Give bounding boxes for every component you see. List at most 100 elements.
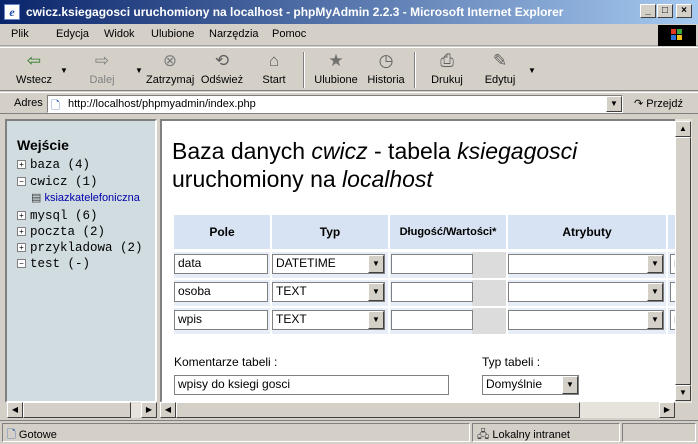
tree-item-baza[interactable]: + baza (4) [17, 158, 90, 172]
tree-item-cwicz[interactable]: − cwicz (1) [17, 175, 98, 189]
back-dropdown-icon[interactable]: ▼ [60, 66, 68, 75]
toolbar-separator [414, 52, 416, 88]
attributes-select[interactable]: ▼ [508, 282, 664, 302]
toolbar-separator [303, 52, 305, 88]
forward-dropdown-icon[interactable]: ▼ [135, 66, 143, 75]
chevron-down-icon[interactable]: ▼ [647, 311, 663, 329]
table-type-value: Domyślnie [486, 377, 543, 391]
column-header-length: Długość/Wartości* [390, 215, 506, 249]
expand-plus-icon[interactable]: + [17, 211, 26, 220]
expand-plus-icon[interactable]: + [17, 160, 26, 169]
forward-button[interactable]: ⇨ Dalej [80, 50, 124, 86]
vertical-scrollbar[interactable]: ▲ ▼ [675, 119, 692, 403]
length-input[interactable] [391, 310, 473, 330]
field-name-input[interactable]: wpis [174, 310, 268, 330]
menu-edit[interactable]: Edycja [56, 28, 89, 40]
field-name-input[interactable]: osoba [174, 282, 268, 302]
chevron-down-icon[interactable]: ▼ [647, 283, 663, 301]
scroll-right-arrow-icon[interactable]: ▶ [659, 402, 675, 418]
scroll-thumb[interactable] [675, 137, 691, 385]
menu-tools[interactable]: Narzędzia [209, 28, 259, 40]
left-horizontal-scrollbar[interactable]: ◀ ▶ [7, 402, 157, 418]
edit-button[interactable]: ✎ Edytuj [480, 50, 520, 86]
chevron-down-icon[interactable]: ▼ [647, 255, 663, 273]
forward-label: Dalej [89, 74, 115, 86]
column-header-attributes: Atrybuty [508, 215, 666, 249]
toolbar: ⇦ Wstecz ▼ ⇨ Dalej ▼ ⊗ Zatrzymaj ⟲ Odświ… [0, 47, 698, 91]
refresh-button[interactable]: ⟲ Odśwież [200, 50, 244, 86]
type-select[interactable]: DATETIME ▼ [272, 254, 385, 274]
go-arrow-icon: ↷ [634, 98, 644, 110]
sidebar-header[interactable]: Wejście [17, 137, 69, 153]
db-name: poczta [30, 225, 76, 239]
zone-label: Lokalny intranet [492, 429, 570, 441]
tree-item-poczta[interactable]: + poczta (2) [17, 225, 105, 239]
back-button[interactable]: ⇦ Wstecz [10, 50, 58, 86]
title-text: uruchomiony na [172, 166, 343, 192]
chevron-down-icon[interactable]: ▼ [368, 283, 384, 301]
chevron-down-icon[interactable]: ▼ [368, 311, 384, 329]
scroll-thumb[interactable] [23, 402, 131, 418]
chevron-down-icon[interactable]: ▼ [562, 376, 578, 394]
scroll-thumb[interactable] [176, 402, 580, 418]
favorites-icon: ★ [328, 51, 344, 70]
column-header-field: Pole [174, 215, 270, 249]
table-comment-input[interactable]: wpisy do ksiegi gosci [174, 375, 449, 395]
menu-help[interactable]: Pomoc [272, 28, 306, 40]
history-button[interactable]: ◷ Historia [366, 50, 406, 86]
address-input[interactable]: 🗋 http://localhost/phpmyadmin/index.php [47, 95, 623, 113]
favorites-button[interactable]: ★ Ulubione [313, 50, 359, 86]
menu-favorites[interactable]: Ulubione [151, 28, 194, 40]
refresh-label: Odśwież [200, 74, 244, 86]
scroll-right-arrow-icon[interactable]: ▶ [141, 402, 157, 418]
type-select[interactable]: TEXT ▼ [272, 282, 385, 302]
maximize-button[interactable]: □ [657, 4, 673, 18]
address-dropdown-icon[interactable]: ▼ [606, 96, 622, 112]
home-button[interactable]: ⌂ Start [256, 50, 292, 86]
scroll-left-arrow-icon[interactable]: ◀ [7, 402, 23, 418]
tree-item-przykladowa[interactable]: + przykladowa (2) [17, 241, 143, 255]
stop-button[interactable]: ⊗ Zatrzymaj [146, 50, 194, 86]
db-name: cwicz [30, 175, 68, 189]
scroll-left-arrow-icon[interactable]: ◀ [160, 402, 176, 418]
tree-item-mysql[interactable]: + mysql (6) [17, 209, 98, 223]
table-type-label: Typ tabeli : [482, 355, 541, 369]
db-name: baza [30, 158, 61, 172]
db-count: (1) [75, 175, 98, 189]
attributes-select[interactable]: ▼ [508, 310, 664, 330]
type-select[interactable]: TEXT ▼ [272, 310, 385, 330]
length-input[interactable] [391, 254, 473, 274]
edit-dropdown-icon[interactable]: ▼ [528, 66, 536, 75]
tree-item-test[interactable]: − test (-) [17, 257, 90, 271]
print-button[interactable]: ⎙ Drukuj [428, 50, 466, 86]
scroll-down-arrow-icon[interactable]: ▼ [675, 385, 691, 401]
db-count: (6) [75, 209, 98, 223]
chevron-down-icon[interactable]: ▼ [368, 255, 384, 273]
menu-view[interactable]: Widok [104, 28, 135, 40]
attributes-select[interactable]: ▼ [508, 254, 664, 274]
main-horizontal-scrollbar[interactable]: ◀ ▶ [160, 402, 675, 418]
table-type-select[interactable]: Domyślnie ▼ [482, 375, 579, 395]
menu-file[interactable]: Plik [11, 28, 29, 40]
field-name-input[interactable]: data [174, 254, 268, 274]
ie-icon: e [4, 4, 20, 20]
history-icon: ◷ [378, 51, 394, 70]
title-bar: e cwicz.ksiegagosci uruchomiony na local… [0, 0, 698, 24]
collapse-minus-icon[interactable]: − [17, 259, 26, 268]
table-name: ksiazkatelefoniczna [44, 192, 140, 204]
db-count: (2) [120, 241, 143, 255]
tree-table-item[interactable]: ▤ ksiazkatelefoniczna [31, 191, 140, 204]
scroll-up-arrow-icon[interactable]: ▲ [675, 121, 691, 137]
collapse-minus-icon[interactable]: − [17, 177, 26, 186]
back-arrow-icon: ⇦ [26, 51, 42, 70]
db-name: test [30, 257, 61, 271]
column-header-type: Typ [272, 215, 388, 249]
go-button[interactable]: ↷ Przejdź [634, 97, 683, 110]
status-bar: 🗋 Gotowe 🖧 Lokalny intranet [0, 420, 698, 444]
expand-plus-icon[interactable]: + [17, 227, 26, 236]
minimize-button[interactable]: _ [640, 4, 656, 18]
length-input[interactable] [391, 282, 473, 302]
expand-plus-icon[interactable]: + [17, 243, 26, 252]
status-label: Gotowe [18, 429, 57, 441]
close-button[interactable]: × [676, 4, 692, 18]
